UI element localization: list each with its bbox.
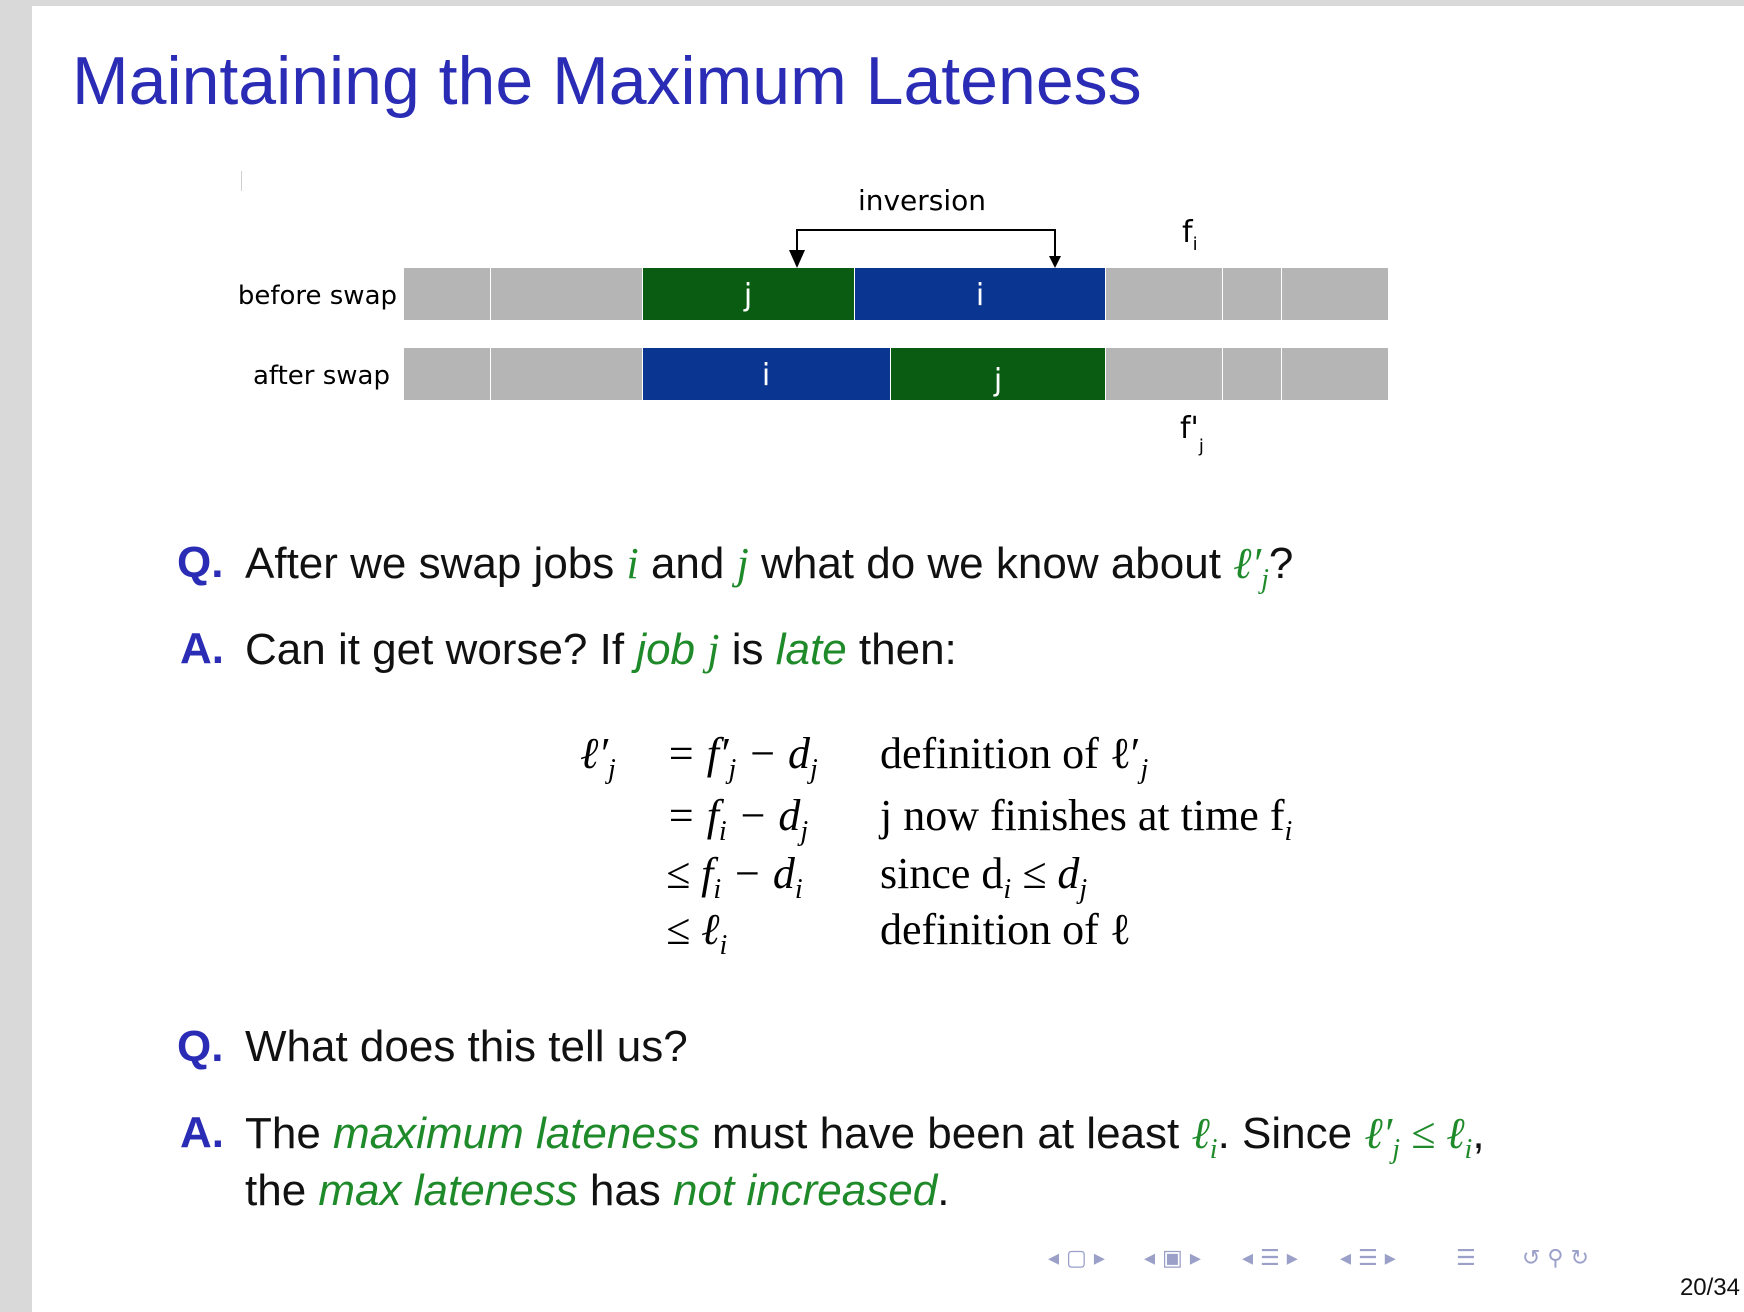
fj-prime-label: f'j [1180, 411, 1204, 457]
nav-first-icon[interactable]: ◂ ▢ ▸ [1048, 1246, 1105, 1271]
inversion-arrow-left-icon [789, 250, 805, 268]
after-swap-label: after swap [253, 361, 390, 391]
a2-marker: A. [180, 1108, 224, 1157]
derivation-row-3-expr: ≤ fi − di [666, 849, 803, 905]
derivation-row-3-reason: since di ≤ dj [880, 849, 1088, 905]
inversion-bracket [796, 229, 1056, 256]
after-gray-block [1106, 348, 1222, 400]
after-gray-block [404, 348, 490, 400]
before-swap-label: before swap [238, 281, 397, 311]
derivation-row-2-expr: = fi − dj [666, 791, 809, 847]
q1-text: After we swap jobs i and j what do we kn… [245, 539, 1294, 595]
a2-text-line-2: the max lateness has not increased. [245, 1166, 950, 1215]
nav-frame-icon[interactable]: ◂ ▣ ▸ [1144, 1246, 1201, 1271]
before-gray-block [404, 268, 490, 320]
before-swap-row: j i [404, 268, 1388, 320]
inversion-arrow-right-icon [1049, 256, 1061, 268]
after-gray-block [1223, 348, 1281, 400]
before-gray-block [1106, 268, 1222, 320]
swap-diagram: inversion fi before swap j i after swap [32, 6, 1744, 486]
q2-marker: Q. [177, 1022, 224, 1071]
a1-marker: A. [180, 624, 224, 673]
swap-diagram-svg: inversion fi before swap j i after swap [238, 184, 1388, 457]
derivation-row-4-expr: ≤ ℓi [666, 905, 728, 961]
before-job-i-label: i [976, 278, 984, 313]
derivation-row-1-reason: definition of ℓ′j [880, 729, 1149, 785]
nav-subsection-icon[interactable]: ◂ ☰ ▸ [1340, 1246, 1396, 1271]
nav-section-icon[interactable]: ◂ ☰ ▸ [1242, 1246, 1298, 1271]
after-gray-block [491, 348, 642, 400]
q1-marker: Q. [177, 538, 224, 587]
nav-search-icon[interactable]: ↺ ⚲ ↻ [1522, 1246, 1589, 1271]
page-number: 20/34 [1679, 1274, 1740, 1301]
after-job-i-label: i [762, 358, 770, 393]
derivation-row-1-expr: = f′j − dj [666, 729, 818, 785]
before-job-j-label: j [743, 278, 752, 313]
after-swap-row: i j [404, 348, 1388, 400]
derivation-row-2-reason: j now finishes at time fi [880, 791, 1293, 847]
nav-outline-icon[interactable]: ☰ [1456, 1246, 1476, 1271]
q2-text: What does this tell us? [245, 1022, 688, 1071]
slide: Maintaining the Maximum Lateness inversi… [32, 6, 1744, 1312]
inversion-label: inversion [858, 184, 986, 217]
before-gray-block [1223, 268, 1281, 320]
a2-text-line-1: The maximum lateness must have been at l… [245, 1109, 1485, 1165]
before-gray-block [1282, 268, 1388, 320]
fi-label: fi [1182, 215, 1198, 255]
before-gray-block [491, 268, 642, 320]
derivation-lhs: ℓ′j [580, 729, 616, 785]
a1-text: Can it get worse? If job j is late then: [245, 625, 957, 674]
after-job-j-label: j [993, 363, 1002, 398]
derivation-row-4-reason: definition of ℓ [880, 905, 1131, 954]
after-gray-block [1282, 348, 1388, 400]
